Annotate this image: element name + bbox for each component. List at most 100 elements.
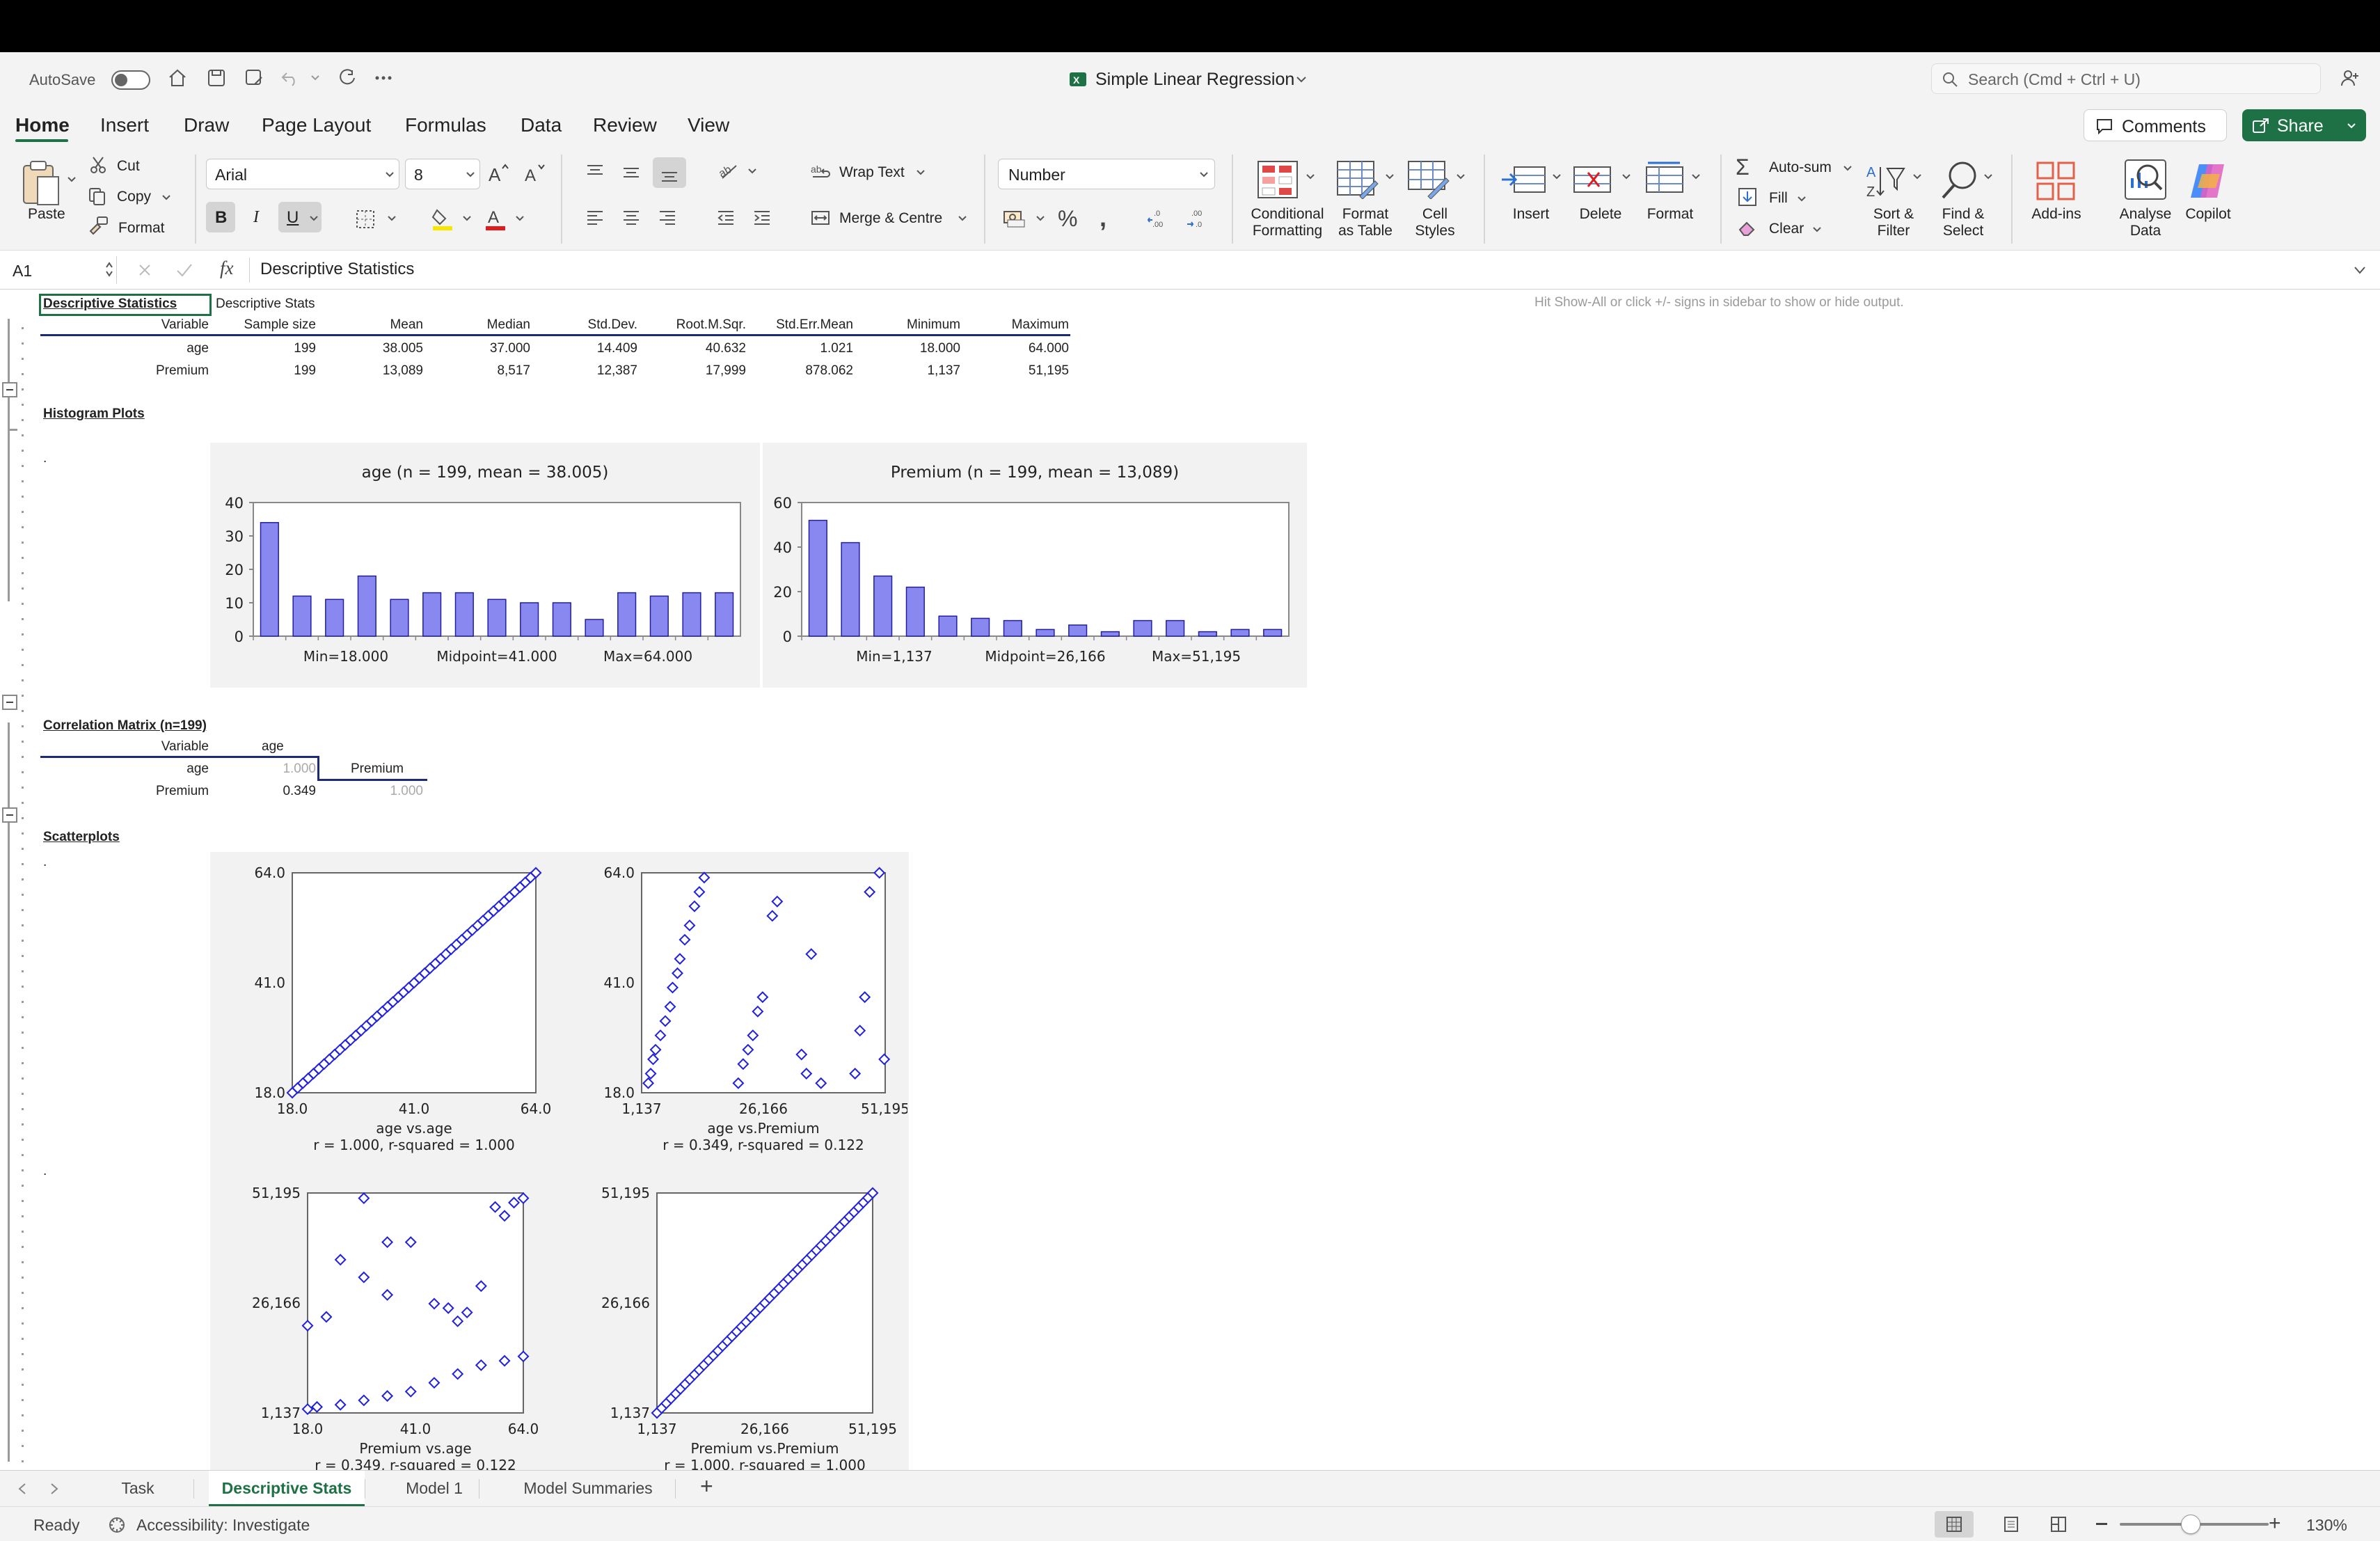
align-left-icon[interactable] — [585, 207, 605, 228]
conditional-formatting-chevron-icon[interactable] — [1306, 173, 1315, 181]
cell-styles-chevron-icon[interactable] — [1456, 173, 1466, 181]
collapse-group-button[interactable] — [2, 807, 17, 823]
bold-button[interactable]: B — [206, 202, 235, 232]
save-as-icon[interactable] — [244, 68, 264, 88]
zoom-in-button[interactable]: + — [2269, 1512, 2281, 1535]
number-format-select[interactable]: Number — [998, 159, 1215, 189]
status-accessibility[interactable]: Accessibility: Investigate — [136, 1516, 310, 1535]
underline-button[interactable]: U — [278, 202, 322, 232]
paste-label[interactable]: Paste — [28, 206, 65, 223]
cut-icon[interactable] — [89, 156, 107, 174]
more-icon[interactable] — [373, 68, 394, 88]
copilot-icon[interactable] — [2185, 160, 2230, 202]
ribbon-tab-page-layout[interactable]: Page Layout — [262, 114, 371, 136]
addins-label[interactable]: Add-ins — [2025, 206, 2088, 223]
next-sheet-icon[interactable] — [49, 1482, 60, 1496]
ribbon-tab-view[interactable]: View — [688, 114, 729, 136]
zoom-slider-thumb[interactable] — [2181, 1515, 2200, 1534]
find-select-label-2[interactable]: Select — [1932, 223, 1994, 239]
delete-cells-label[interactable]: Delete — [1573, 206, 1628, 223]
font-color-icon[interactable]: A — [484, 206, 508, 231]
fill-chevron-icon[interactable] — [1797, 195, 1807, 203]
conditional-formatting-icon[interactable] — [1257, 160, 1299, 199]
accounting-chevron-icon[interactable] — [1036, 214, 1045, 223]
sort-filter-label-1[interactable]: Sort & — [1862, 206, 1925, 223]
decrease-font-icon[interactable]: A — [523, 161, 547, 185]
analyse-data-label-2[interactable]: Data — [2114, 223, 2177, 239]
increase-indent-icon[interactable] — [752, 207, 772, 228]
collapse-group-button[interactable] — [2, 382, 17, 397]
borders-icon[interactable] — [355, 209, 376, 230]
conditional-formatting-label-1[interactable]: Conditional — [1246, 206, 1329, 223]
expand-formula-bar-icon[interactable] — [2352, 263, 2367, 277]
collapse-group-button[interactable] — [2, 695, 17, 710]
align-center-icon[interactable] — [621, 207, 642, 228]
decrease-decimal-icon[interactable]: .00.0 — [1186, 207, 1209, 230]
copy-icon[interactable] — [88, 187, 107, 206]
paste-chevron-icon[interactable] — [67, 175, 77, 184]
fill-color-icon[interactable] — [431, 206, 455, 231]
zoom-slider[interactable] — [2120, 1515, 2269, 1534]
normal-view-button[interactable] — [1935, 1511, 1974, 1538]
ribbon-tab-review[interactable]: Review — [593, 114, 657, 136]
merge-centre-label[interactable]: Merge & Centre — [839, 210, 942, 227]
autosum-icon[interactable]: Σ — [1736, 155, 1750, 180]
cell-styles-label-2[interactable]: Styles — [1402, 223, 1468, 239]
zoom-level[interactable]: 130% — [2306, 1516, 2347, 1535]
cell-styles-label-1[interactable]: Cell — [1402, 206, 1468, 223]
home-icon[interactable] — [167, 68, 188, 88]
chevron-down-icon[interactable] — [310, 73, 320, 83]
align-top-icon[interactable] — [585, 161, 605, 182]
ribbon-tab-data[interactable]: Data — [521, 114, 562, 136]
percent-style-icon[interactable]: % — [1058, 206, 1077, 232]
format-as-table-label-2[interactable]: as Table — [1331, 223, 1400, 239]
zoom-out-button[interactable] — [2096, 1523, 2107, 1525]
autosave-toggle[interactable] — [111, 70, 150, 90]
sort-filter-chevron-icon[interactable] — [1912, 173, 1922, 181]
insert-function-icon[interactable]: fx — [220, 258, 234, 279]
insert-cells-icon[interactable] — [1500, 163, 1546, 196]
scatterplot-chart[interactable]: 51,195 26,166 1,137 18.0 41.0 64.0 Premium vs.… — [210, 1172, 558, 1470]
format-as-table-icon[interactable] — [1336, 160, 1379, 199]
fill-color-chevron-icon[interactable] — [462, 214, 472, 223]
cut-label[interactable]: Cut — [117, 158, 140, 175]
font-color-chevron-icon[interactable] — [515, 214, 525, 223]
accounting-format-icon[interactable] — [1002, 207, 1026, 228]
document-title[interactable]: Simple Linear Regression — [1095, 70, 1294, 90]
merge-centre-icon[interactable] — [810, 207, 831, 228]
autosum-label[interactable]: Auto-sum — [1769, 159, 1832, 176]
ribbon-tab-formulas[interactable]: Formulas — [405, 114, 486, 136]
histogram-age-chart[interactable]: age (n = 199, mean = 38.005) 40 30 20 10 0 Mi… — [210, 443, 760, 688]
undo-icon[interactable] — [280, 68, 301, 88]
autosum-chevron-icon[interactable] — [1843, 164, 1853, 173]
decrease-indent-icon[interactable] — [715, 207, 736, 228]
insert-cells-chevron-icon[interactable] — [1552, 173, 1562, 181]
redo-icon[interactable] — [337, 68, 358, 88]
add-sheet-button[interactable]: + — [700, 1473, 713, 1499]
share-button[interactable]: Share — [2242, 109, 2366, 141]
analyse-data-label-1[interactable]: Analyse — [2114, 206, 2177, 223]
find-select-label-1[interactable]: Find & — [1932, 206, 1994, 223]
format-painter-icon[interactable] — [88, 216, 109, 235]
analyse-data-icon[interactable] — [2123, 157, 2168, 202]
name-box[interactable]: A1 — [6, 256, 117, 284]
format-painter-label[interactable]: Format — [118, 220, 165, 237]
wrap-text-chevron-icon[interactable] — [916, 168, 926, 177]
ribbon-tab-insert[interactable]: Insert — [100, 114, 149, 136]
copy-chevron-icon[interactable] — [161, 193, 171, 202]
clear-chevron-icon[interactable] — [1812, 226, 1822, 234]
accessibility-icon[interactable] — [107, 1515, 127, 1535]
format-cells-label[interactable]: Format — [1642, 206, 1698, 223]
format-as-table-label-1[interactable]: Format — [1331, 206, 1400, 223]
fill-icon[interactable] — [1737, 187, 1758, 207]
ribbon-tab-home[interactable]: Home — [15, 114, 70, 136]
formula-input[interactable]: Descriptive Statistics — [260, 260, 414, 279]
format-cells-chevron-icon[interactable] — [1691, 173, 1701, 181]
merge-centre-chevron-icon[interactable] — [958, 214, 967, 223]
page-layout-view-icon[interactable] — [2003, 1516, 2020, 1533]
align-middle-icon[interactable] — [621, 161, 642, 182]
share-people-icon[interactable] — [2340, 68, 2361, 88]
search-box[interactable]: Search (Cmd + Ctrl + U) — [1931, 63, 2321, 94]
wrap-text-label[interactable]: Wrap Text — [839, 164, 905, 181]
increase-decimal-icon[interactable]: .0.00 — [1147, 207, 1171, 230]
